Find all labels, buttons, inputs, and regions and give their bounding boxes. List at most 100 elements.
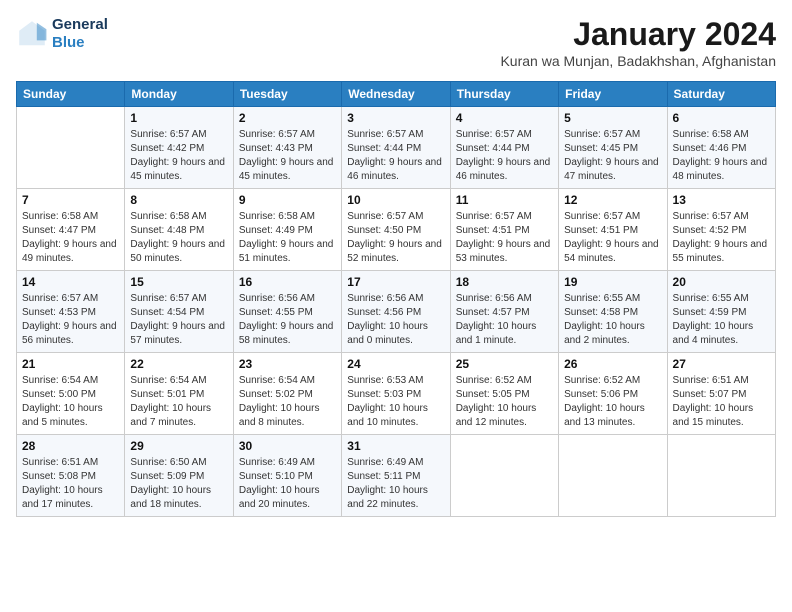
day-number: 7 (22, 193, 119, 207)
day-info: Sunrise: 6:56 AM Sunset: 4:56 PM Dayligh… (347, 292, 444, 348)
day-info: Sunrise: 6:58 AM Sunset: 4:47 PM Dayligh… (22, 210, 119, 266)
day-number: 18 (456, 275, 553, 289)
day-info: Sunrise: 6:53 AM Sunset: 5:03 PM Dayligh… (347, 374, 444, 430)
calendar-week-row: 21 Sunrise: 6:54 AM Sunset: 5:00 PM Dayl… (17, 353, 776, 435)
day-number: 9 (239, 193, 336, 207)
calendar-day-cell: 15 Sunrise: 6:57 AM Sunset: 4:54 PM Dayl… (125, 271, 233, 353)
weekday-header-row: SundayMondayTuesdayWednesdayThursdayFrid… (17, 82, 776, 107)
day-number: 13 (673, 193, 770, 207)
calendar-day-cell: 29 Sunrise: 6:50 AM Sunset: 5:09 PM Dayl… (125, 435, 233, 517)
calendar-day-cell (667, 435, 775, 517)
weekday-header-cell: Tuesday (233, 82, 341, 107)
day-number: 16 (239, 275, 336, 289)
calendar-day-cell: 17 Sunrise: 6:56 AM Sunset: 4:56 PM Dayl… (342, 271, 450, 353)
day-info: Sunrise: 6:56 AM Sunset: 4:55 PM Dayligh… (239, 292, 336, 348)
day-number: 14 (22, 275, 119, 289)
calendar-body: 1 Sunrise: 6:57 AM Sunset: 4:42 PM Dayli… (17, 107, 776, 517)
calendar-day-cell: 7 Sunrise: 6:58 AM Sunset: 4:47 PM Dayli… (17, 189, 125, 271)
day-number: 29 (130, 439, 227, 453)
calendar-day-cell: 10 Sunrise: 6:57 AM Sunset: 4:50 PM Dayl… (342, 189, 450, 271)
day-number: 20 (673, 275, 770, 289)
day-number: 15 (130, 275, 227, 289)
calendar-day-cell (559, 435, 667, 517)
calendar-day-cell: 1 Sunrise: 6:57 AM Sunset: 4:42 PM Dayli… (125, 107, 233, 189)
logo-icon (16, 18, 48, 50)
day-number: 19 (564, 275, 661, 289)
day-info: Sunrise: 6:57 AM Sunset: 4:43 PM Dayligh… (239, 128, 336, 184)
calendar-day-cell: 6 Sunrise: 6:58 AM Sunset: 4:46 PM Dayli… (667, 107, 775, 189)
calendar-day-cell: 3 Sunrise: 6:57 AM Sunset: 4:44 PM Dayli… (342, 107, 450, 189)
day-info: Sunrise: 6:57 AM Sunset: 4:53 PM Dayligh… (22, 292, 119, 348)
logo-text: General Blue (52, 16, 108, 52)
day-number: 24 (347, 357, 444, 371)
day-info: Sunrise: 6:58 AM Sunset: 4:49 PM Dayligh… (239, 210, 336, 266)
day-number: 3 (347, 111, 444, 125)
calendar-day-cell: 27 Sunrise: 6:51 AM Sunset: 5:07 PM Dayl… (667, 353, 775, 435)
calendar-day-cell: 9 Sunrise: 6:58 AM Sunset: 4:49 PM Dayli… (233, 189, 341, 271)
calendar-table: SundayMondayTuesdayWednesdayThursdayFrid… (16, 81, 776, 517)
day-info: Sunrise: 6:57 AM Sunset: 4:50 PM Dayligh… (347, 210, 444, 266)
day-info: Sunrise: 6:57 AM Sunset: 4:52 PM Dayligh… (673, 210, 770, 266)
day-number: 5 (564, 111, 661, 125)
page-header: General Blue January 2024 Kuran wa Munja… (16, 16, 776, 69)
calendar-day-cell: 28 Sunrise: 6:51 AM Sunset: 5:08 PM Dayl… (17, 435, 125, 517)
calendar-subtitle: Kuran wa Munjan, Badakhshan, Afghanistan (500, 53, 776, 69)
calendar-day-cell: 20 Sunrise: 6:55 AM Sunset: 4:59 PM Dayl… (667, 271, 775, 353)
day-number: 10 (347, 193, 444, 207)
day-number: 26 (564, 357, 661, 371)
weekday-header-cell: Saturday (667, 82, 775, 107)
day-info: Sunrise: 6:54 AM Sunset: 5:02 PM Dayligh… (239, 374, 336, 430)
calendar-day-cell: 25 Sunrise: 6:52 AM Sunset: 5:05 PM Dayl… (450, 353, 558, 435)
day-number: 6 (673, 111, 770, 125)
weekday-header-cell: Wednesday (342, 82, 450, 107)
calendar-day-cell: 16 Sunrise: 6:56 AM Sunset: 4:55 PM Dayl… (233, 271, 341, 353)
day-number: 4 (456, 111, 553, 125)
day-info: Sunrise: 6:58 AM Sunset: 4:48 PM Dayligh… (130, 210, 227, 266)
calendar-day-cell: 2 Sunrise: 6:57 AM Sunset: 4:43 PM Dayli… (233, 107, 341, 189)
day-number: 28 (22, 439, 119, 453)
calendar-day-cell (450, 435, 558, 517)
calendar-day-cell (17, 107, 125, 189)
calendar-day-cell: 30 Sunrise: 6:49 AM Sunset: 5:10 PM Dayl… (233, 435, 341, 517)
weekday-header-cell: Monday (125, 82, 233, 107)
day-number: 2 (239, 111, 336, 125)
day-info: Sunrise: 6:57 AM Sunset: 4:44 PM Dayligh… (347, 128, 444, 184)
calendar-day-cell: 12 Sunrise: 6:57 AM Sunset: 4:51 PM Dayl… (559, 189, 667, 271)
day-number: 12 (564, 193, 661, 207)
day-info: Sunrise: 6:56 AM Sunset: 4:57 PM Dayligh… (456, 292, 553, 348)
day-info: Sunrise: 6:51 AM Sunset: 5:07 PM Dayligh… (673, 374, 770, 430)
calendar-day-cell: 22 Sunrise: 6:54 AM Sunset: 5:01 PM Dayl… (125, 353, 233, 435)
day-info: Sunrise: 6:58 AM Sunset: 4:46 PM Dayligh… (673, 128, 770, 184)
day-info: Sunrise: 6:54 AM Sunset: 5:01 PM Dayligh… (130, 374, 227, 430)
day-info: Sunrise: 6:57 AM Sunset: 4:44 PM Dayligh… (456, 128, 553, 184)
calendar-title: January 2024 (500, 16, 776, 53)
calendar-day-cell: 5 Sunrise: 6:57 AM Sunset: 4:45 PM Dayli… (559, 107, 667, 189)
calendar-week-row: 28 Sunrise: 6:51 AM Sunset: 5:08 PM Dayl… (17, 435, 776, 517)
calendar-day-cell: 31 Sunrise: 6:49 AM Sunset: 5:11 PM Dayl… (342, 435, 450, 517)
day-info: Sunrise: 6:49 AM Sunset: 5:10 PM Dayligh… (239, 456, 336, 512)
day-info: Sunrise: 6:51 AM Sunset: 5:08 PM Dayligh… (22, 456, 119, 512)
weekday-header-cell: Friday (559, 82, 667, 107)
day-number: 27 (673, 357, 770, 371)
calendar-day-cell: 26 Sunrise: 6:52 AM Sunset: 5:06 PM Dayl… (559, 353, 667, 435)
day-number: 11 (456, 193, 553, 207)
calendar-day-cell: 24 Sunrise: 6:53 AM Sunset: 5:03 PM Dayl… (342, 353, 450, 435)
day-info: Sunrise: 6:55 AM Sunset: 4:59 PM Dayligh… (673, 292, 770, 348)
day-info: Sunrise: 6:57 AM Sunset: 4:45 PM Dayligh… (564, 128, 661, 184)
day-number: 17 (347, 275, 444, 289)
day-number: 21 (22, 357, 119, 371)
day-info: Sunrise: 6:54 AM Sunset: 5:00 PM Dayligh… (22, 374, 119, 430)
day-info: Sunrise: 6:49 AM Sunset: 5:11 PM Dayligh… (347, 456, 444, 512)
calendar-week-row: 1 Sunrise: 6:57 AM Sunset: 4:42 PM Dayli… (17, 107, 776, 189)
day-info: Sunrise: 6:55 AM Sunset: 4:58 PM Dayligh… (564, 292, 661, 348)
calendar-day-cell: 18 Sunrise: 6:56 AM Sunset: 4:57 PM Dayl… (450, 271, 558, 353)
day-info: Sunrise: 6:57 AM Sunset: 4:51 PM Dayligh… (564, 210, 661, 266)
calendar-day-cell: 8 Sunrise: 6:58 AM Sunset: 4:48 PM Dayli… (125, 189, 233, 271)
day-number: 25 (456, 357, 553, 371)
weekday-header-cell: Sunday (17, 82, 125, 107)
calendar-day-cell: 14 Sunrise: 6:57 AM Sunset: 4:53 PM Dayl… (17, 271, 125, 353)
day-info: Sunrise: 6:57 AM Sunset: 4:54 PM Dayligh… (130, 292, 227, 348)
day-info: Sunrise: 6:52 AM Sunset: 5:06 PM Dayligh… (564, 374, 661, 430)
calendar-day-cell: 23 Sunrise: 6:54 AM Sunset: 5:02 PM Dayl… (233, 353, 341, 435)
logo: General Blue (16, 16, 108, 52)
